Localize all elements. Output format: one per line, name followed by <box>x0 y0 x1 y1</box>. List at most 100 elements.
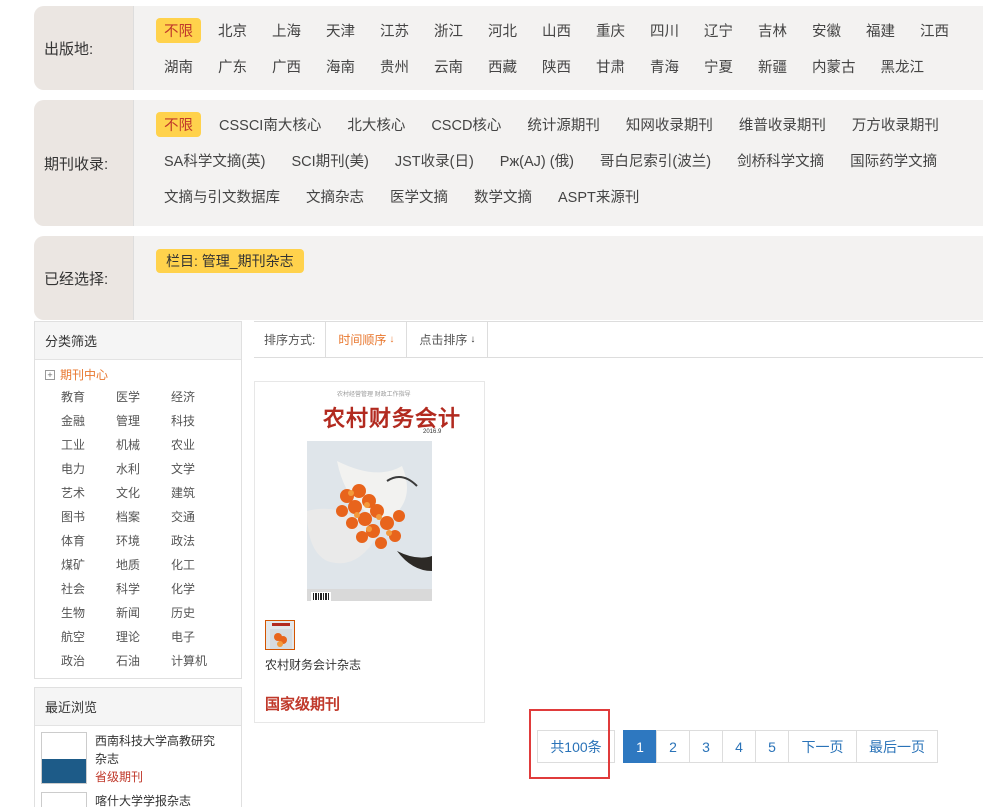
category-item[interactable]: 交通 <box>171 505 231 529</box>
category-item[interactable]: 化学 <box>171 577 231 601</box>
category-item[interactable]: 社会 <box>61 577 116 601</box>
place-option[interactable]: 宁夏 <box>696 54 741 79</box>
category-item[interactable]: 教育 <box>61 385 116 409</box>
place-option[interactable]: 浙江 <box>426 18 471 43</box>
page-4-button[interactable]: 4 <box>722 730 756 763</box>
expand-icon[interactable]: + <box>45 369 55 380</box>
category-item[interactable]: 环境 <box>116 529 171 553</box>
journal-cover[interactable]: 农村经营管理 财政工作指导 农村财务会计 2016.9 <box>275 384 473 606</box>
index-option[interactable]: CSCD核心 <box>423 112 509 137</box>
index-option[interactable]: 剑桥科学文摘 <box>729 148 832 173</box>
place-option[interactable]: 上海 <box>264 18 309 43</box>
place-option[interactable]: 辽宁 <box>696 18 741 43</box>
next-page-button[interactable]: 下一页 <box>788 730 857 763</box>
page-5-button[interactable]: 5 <box>755 730 789 763</box>
category-item[interactable]: 计算机 <box>171 649 231 673</box>
place-option[interactable]: 四川 <box>642 18 687 43</box>
category-item[interactable]: 图书 <box>61 505 116 529</box>
sort-by-time-button[interactable]: 时间顺序 ↓ <box>326 322 408 357</box>
category-item[interactable]: 化工 <box>171 553 231 577</box>
recent-item-name[interactable]: 西南科技大学高教研究杂志 <box>95 732 219 768</box>
index-option[interactable]: SCI期刊(美) <box>284 148 377 173</box>
recent-item[interactable]: 喀什大学学报杂志 <box>35 786 241 807</box>
place-option[interactable]: 陕西 <box>534 54 579 79</box>
index-option[interactable]: 万方收录期刊 <box>844 112 947 137</box>
category-item[interactable]: 农业 <box>171 433 231 457</box>
page-1-button[interactable]: 1 <box>623 730 657 763</box>
place-option[interactable]: 重庆 <box>588 18 633 43</box>
category-item[interactable]: 体育 <box>61 529 116 553</box>
category-item[interactable]: 政法 <box>171 529 231 553</box>
category-item[interactable]: 科技 <box>171 409 231 433</box>
place-option[interactable]: 山西 <box>534 18 579 43</box>
category-root[interactable]: + 期刊中心 <box>35 360 241 383</box>
place-option[interactable]: 贵州 <box>372 54 417 79</box>
index-option[interactable]: 哥白尼索引(波兰) <box>592 148 719 173</box>
chosen-tag[interactable]: 栏目: 管理_期刊杂志 <box>156 249 304 273</box>
recent-item-name[interactable]: 喀什大学学报杂志 <box>95 792 219 807</box>
place-option[interactable]: 广西 <box>264 54 309 79</box>
category-item[interactable]: 文学 <box>171 457 231 481</box>
category-item[interactable]: 政治 <box>61 649 116 673</box>
journal-card[interactable]: 农村经营管理 财政工作指导 农村财务会计 2016.9 农村财务会计杂志 国家级… <box>254 381 485 723</box>
place-option[interactable]: 江苏 <box>372 18 417 43</box>
category-item[interactable]: 档案 <box>116 505 171 529</box>
category-item[interactable]: 电力 <box>61 457 116 481</box>
index-option[interactable]: 文摘与引文数据库 <box>156 184 288 209</box>
place-option[interactable]: 新疆 <box>750 54 795 79</box>
category-item[interactable]: 机械 <box>116 433 171 457</box>
place-option[interactable]: 北京 <box>210 18 255 43</box>
category-item[interactable]: 新闻 <box>116 601 171 625</box>
index-option[interactable]: 数学文摘 <box>466 184 540 209</box>
recent-cover-thumbnail[interactable] <box>41 792 87 807</box>
index-option[interactable]: CSSCI南大核心 <box>211 112 329 137</box>
index-option[interactable]: 国际药学文摘 <box>842 148 945 173</box>
journal-thumbnail[interactable] <box>265 620 295 650</box>
place-option[interactable]: 海南 <box>318 54 363 79</box>
category-root-label[interactable]: 期刊中心 <box>60 366 108 383</box>
index-option[interactable]: 维普收录期刊 <box>731 112 834 137</box>
index-option[interactable]: SA科学文摘(英) <box>156 148 274 173</box>
category-item[interactable]: 艺术 <box>61 481 116 505</box>
category-item[interactable]: 医学 <box>116 385 171 409</box>
index-option[interactable]: ASPT来源刊 <box>550 184 647 209</box>
sort-by-time-label[interactable]: 时间顺序 <box>338 331 386 348</box>
category-item[interactable]: 经济 <box>171 385 231 409</box>
category-item[interactable]: 水利 <box>116 457 171 481</box>
sort-by-clicks-label[interactable]: 点击排序 <box>419 331 467 348</box>
index-option[interactable]: 医学文摘 <box>382 184 456 209</box>
place-option[interactable]: 河北 <box>480 18 525 43</box>
place-option[interactable]: 内蒙古 <box>804 54 864 79</box>
place-option[interactable]: 云南 <box>426 54 471 79</box>
category-item[interactable]: 石油 <box>116 649 171 673</box>
category-item[interactable]: 生物 <box>61 601 116 625</box>
page-3-button[interactable]: 3 <box>689 730 723 763</box>
index-option[interactable]: Рж(AJ) (俄) <box>492 148 582 173</box>
category-item[interactable]: 科学 <box>116 577 171 601</box>
place-option[interactable]: 湖南 <box>156 54 201 79</box>
place-option[interactable]: 安徽 <box>804 18 849 43</box>
recent-cover-thumbnail[interactable] <box>41 732 87 784</box>
category-item[interactable]: 地质 <box>116 553 171 577</box>
place-option[interactable]: 吉林 <box>750 18 795 43</box>
category-item[interactable]: 管理 <box>116 409 171 433</box>
place-option[interactable]: 西藏 <box>480 54 525 79</box>
category-item[interactable]: 金融 <box>61 409 116 433</box>
category-item[interactable]: 理论 <box>116 625 171 649</box>
page-2-button[interactable]: 2 <box>656 730 690 763</box>
place-option[interactable]: 福建 <box>858 18 903 43</box>
sort-by-clicks-button[interactable]: 点击排序 ↓ <box>407 322 489 357</box>
index-option[interactable]: 统计源期刊 <box>519 112 608 137</box>
index-option[interactable]: 文摘杂志 <box>298 184 372 209</box>
category-item[interactable]: 工业 <box>61 433 116 457</box>
index-option[interactable]: 不限 <box>156 111 201 137</box>
place-option[interactable]: 天津 <box>318 18 363 43</box>
place-option[interactable]: 江西 <box>912 18 957 43</box>
place-option[interactable]: 不限 <box>156 17 201 43</box>
index-option[interactable]: 知网收录期刊 <box>618 112 721 137</box>
last-page-button[interactable]: 最后一页 <box>856 730 938 763</box>
journal-name[interactable]: 农村财务会计杂志 <box>265 656 361 673</box>
category-item[interactable]: 文化 <box>116 481 171 505</box>
category-item[interactable]: 建筑 <box>171 481 231 505</box>
index-option[interactable]: JST收录(日) <box>387 148 482 173</box>
